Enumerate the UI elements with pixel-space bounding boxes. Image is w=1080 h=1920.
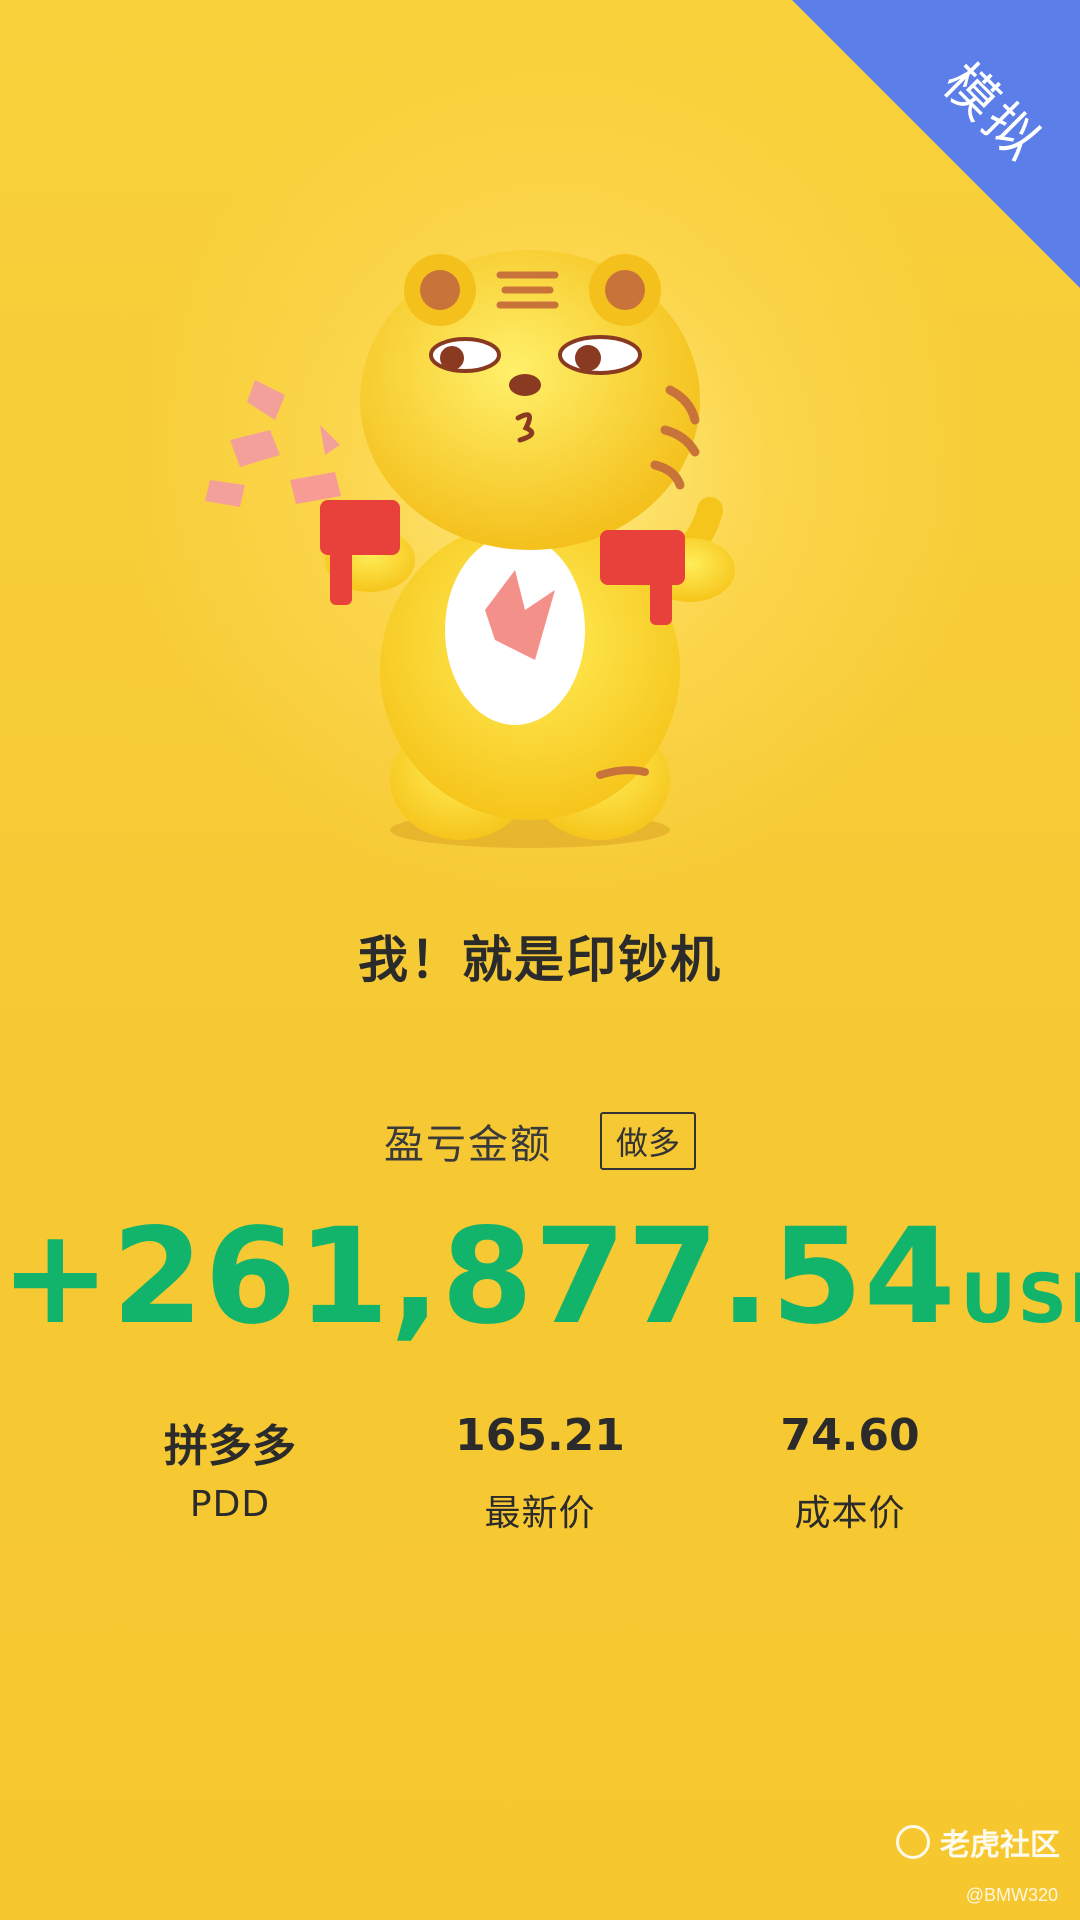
share-card: 模拟 我！就是印钞机 盈亏金额 做多 +261,877.54US 拼多多 PDD… xyxy=(0,0,1080,1920)
tiger-mascot-icon xyxy=(205,250,735,848)
stat-stock: 拼多多 PDD xyxy=(75,1410,385,1536)
cost-price-value: 74.60 xyxy=(780,1410,920,1461)
cost-price-label: 成本价 xyxy=(794,1493,906,1534)
pnl-label: 盈亏金额 xyxy=(383,1122,552,1168)
slogan-text: 我！就是印钞机 xyxy=(358,931,722,989)
stat-latest-price: 165.21 最新价 xyxy=(385,1410,695,1536)
pnl-header: 盈亏金额 做多 xyxy=(0,1112,1080,1170)
simulated-corner-badge: 模拟 xyxy=(780,0,1080,300)
stat-cost-price: 74.60 成本价 xyxy=(695,1410,1005,1536)
latest-price-label: 最新价 xyxy=(484,1493,596,1534)
stock-ticker: PDD xyxy=(189,1484,271,1525)
pnl-currency: USD xyxy=(960,1260,1080,1339)
community-watermark: 老虎社区 xyxy=(896,1820,1060,1864)
pnl-amount-value: +261,877.54 xyxy=(0,1200,957,1354)
tiger-logo-icon xyxy=(896,1825,930,1859)
watermark-user: @BMW320 xyxy=(965,1885,1058,1905)
direction-tag: 做多 xyxy=(599,1112,696,1170)
latest-price-value: 165.21 xyxy=(455,1410,625,1461)
stock-name: 拼多多 xyxy=(164,1421,296,1472)
stats-row: 拼多多 PDD 165.21 最新价 74.60 成本价 xyxy=(0,1410,1080,1536)
pnl-amount: +261,877.54USD xyxy=(0,1200,1080,1354)
watermark-brand: 老虎社区 xyxy=(940,1828,1060,1863)
